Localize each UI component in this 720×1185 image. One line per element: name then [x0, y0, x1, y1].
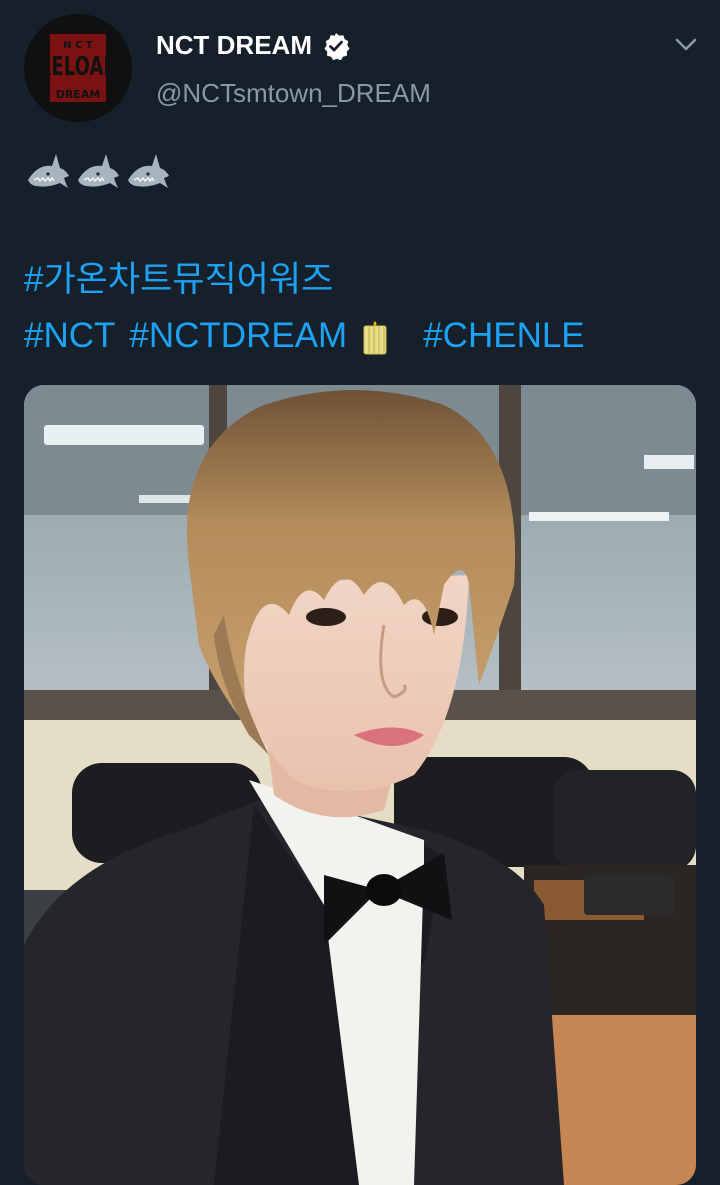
hashtag-line: #NCT #NCTDREAM #CHENLE — [24, 308, 585, 364]
more-options-button[interactable] — [668, 30, 704, 60]
hashtag-link[interactable]: #NCT — [24, 308, 115, 364]
display-name[interactable]: NCT DREAM — [156, 30, 312, 61]
verified-badge-icon — [322, 32, 350, 60]
hashtag-line: #가온차트뮤직어워즈 — [24, 252, 585, 308]
chevron-down-icon — [675, 38, 697, 51]
avatar-logo-text: RELOAD — [38, 52, 119, 82]
hashtag-link[interactable]: #NCTDREAM — [129, 308, 347, 364]
candle-icon — [361, 318, 389, 355]
tweet-photo[interactable] — [24, 385, 696, 1185]
tweet: N C T RELOAD DREAM NCT DREAM @NCTsmtown_… — [0, 0, 720, 1185]
avatar[interactable]: N C T RELOAD DREAM — [24, 14, 132, 122]
emoji-row — [26, 150, 170, 194]
shark-icon — [28, 154, 69, 188]
avatar-logo-text: DREAM — [56, 88, 101, 101]
hashtag-link[interactable]: #CHENLE — [423, 308, 584, 364]
shark-icon — [78, 154, 119, 188]
name-row: NCT DREAM — [156, 30, 350, 61]
handle[interactable]: @NCTsmtown_DREAM — [156, 78, 431, 109]
tweet-text: #가온차트뮤직어워즈 #NCT #NCTDREAM #CHENLE — [24, 252, 585, 364]
avatar-logo-text: N C T — [63, 40, 93, 51]
shark-icon — [128, 154, 169, 188]
hashtag-link[interactable]: #가온차트뮤직어워즈 — [24, 252, 333, 308]
